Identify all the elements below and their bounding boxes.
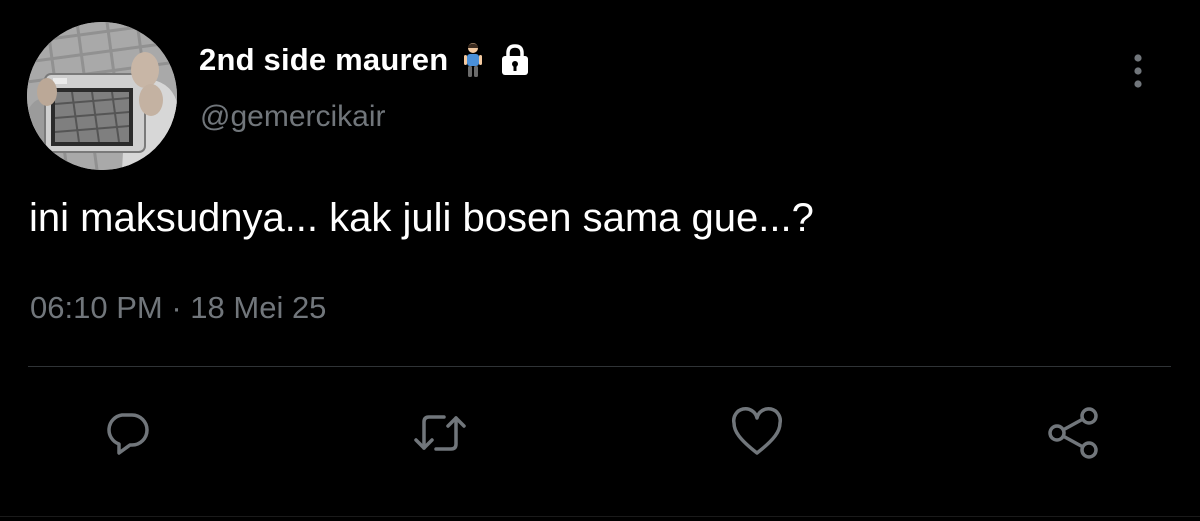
tweet-meta: 06:10 PM · 18 Mei 25 bbox=[30, 290, 326, 326]
retweet-button[interactable] bbox=[410, 403, 470, 463]
action-bar bbox=[0, 403, 1200, 463]
more-options-button[interactable] bbox=[1118, 46, 1158, 96]
more-vertical-icon bbox=[1134, 54, 1142, 88]
reply-button[interactable] bbox=[97, 403, 157, 463]
tweet-time[interactable]: 06:10 PM bbox=[30, 290, 163, 325]
name-row: 2nd side mauren bbox=[199, 38, 532, 82]
share-icon bbox=[1048, 407, 1098, 459]
heart-icon bbox=[731, 407, 783, 455]
display-name[interactable]: 2nd side mauren bbox=[199, 42, 448, 78]
reply-bubble-icon bbox=[107, 413, 149, 455]
share-button[interactable] bbox=[1043, 403, 1103, 463]
tweet-card: 2nd side mauren @gemercikair ini maksudn… bbox=[0, 0, 1200, 521]
person-standing-emoji bbox=[462, 42, 484, 78]
avatar-photo bbox=[27, 22, 177, 170]
user-handle[interactable]: @gemercikair bbox=[200, 100, 386, 134]
like-button[interactable] bbox=[727, 403, 787, 463]
tweet-text: ini maksudnya... kak juli bosen sama gue… bbox=[29, 196, 814, 240]
retweet-icon bbox=[414, 415, 466, 451]
divider bbox=[28, 366, 1171, 367]
avatar[interactable] bbox=[27, 22, 177, 170]
bottom-border bbox=[0, 516, 1200, 517]
meta-separator: · bbox=[171, 290, 182, 325]
tweet-date[interactable]: 18 Mei 25 bbox=[190, 290, 326, 325]
lock-icon bbox=[498, 44, 532, 76]
